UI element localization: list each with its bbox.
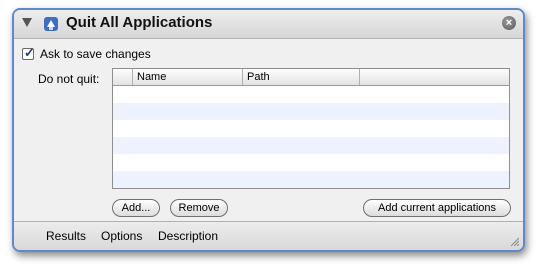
- table-header: Name Path: [113, 69, 509, 86]
- do-not-quit-table[interactable]: Name Path: [112, 68, 510, 189]
- action-footer: Results Options Description: [14, 221, 523, 250]
- tab-options[interactable]: Options: [101, 229, 142, 243]
- automator-app-icon: [44, 17, 58, 31]
- add-button[interactable]: Add...: [112, 199, 160, 217]
- remove-button[interactable]: Remove: [170, 199, 228, 217]
- action-titlebar[interactable]: Quit All Applications ×: [14, 10, 523, 39]
- disclosure-triangle-icon[interactable]: [22, 18, 32, 27]
- table-row[interactable]: [113, 171, 509, 188]
- table-row[interactable]: [113, 154, 509, 171]
- add-current-applications-button[interactable]: Add current applications: [363, 199, 511, 217]
- action-panel: Quit All Applications × ✓ Ask to save ch…: [12, 8, 525, 252]
- table-row[interactable]: [113, 86, 509, 103]
- table-row[interactable]: [113, 120, 509, 137]
- table-row[interactable]: [113, 137, 509, 154]
- column-header-name[interactable]: Name: [133, 69, 243, 85]
- tab-results[interactable]: Results: [46, 229, 86, 243]
- table-row[interactable]: [113, 103, 509, 120]
- column-header-path[interactable]: Path: [243, 69, 360, 85]
- action-title: Quit All Applications: [66, 14, 213, 31]
- checkmark-icon: ✓: [24, 45, 35, 60]
- tab-description[interactable]: Description: [158, 229, 218, 243]
- table-rows: [113, 86, 509, 188]
- close-icon[interactable]: ×: [502, 16, 516, 30]
- ask-to-save-checkbox[interactable]: ✓: [22, 45, 35, 60]
- resize-grip-icon[interactable]: [509, 236, 519, 246]
- column-header-empty: [360, 69, 509, 85]
- column-header-check[interactable]: [113, 69, 133, 85]
- action-body: ✓ Ask to save changes Do not quit: Name …: [14, 39, 523, 222]
- do-not-quit-label: Do not quit:: [38, 72, 100, 86]
- ask-to-save-label: Ask to save changes: [40, 47, 151, 61]
